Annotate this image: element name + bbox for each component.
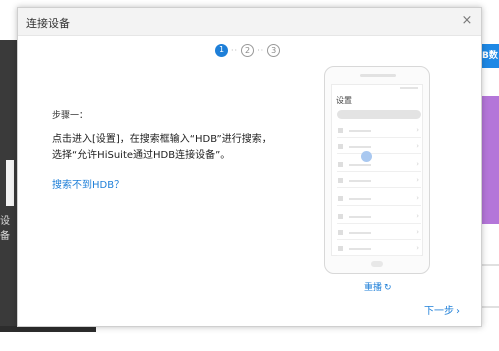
next-step-label: 下一步 (424, 306, 454, 317)
instruction-text: 点击进入[设置]，在搜索框输入“HDB”进行搜索，选择“允许HiSuite通过H… (52, 134, 272, 161)
phone-settings-row: › (337, 158, 421, 172)
background-right-tab: B数 (482, 44, 499, 68)
phone-settings-row: › (337, 140, 421, 154)
step-3: 3 (267, 43, 281, 57)
background-divider (482, 306, 499, 308)
phone-settings-row: › (337, 192, 421, 206)
dialog-title: 连接设备 (26, 17, 70, 30)
phone-illustration: 设置 › › › › › › › › (324, 66, 430, 274)
background-left-panel: 设备 (0, 40, 17, 330)
replay-icon: ↻ (384, 283, 392, 293)
phone-settings-row: › (337, 226, 421, 240)
connect-device-dialog: 连接设备 × 1 ·· 2 ·· 3 步骤一： 点击进入[设置]，在搜索框输入“… (17, 7, 482, 327)
step-indicator: 1 ·· 2 ·· 3 (215, 43, 281, 57)
phone-settings-row: › (337, 174, 421, 188)
replay-button[interactable]: 重播 ↻ (364, 280, 392, 293)
background-purple-banner (482, 96, 499, 224)
phone-settings-row: › (337, 210, 421, 224)
phone-speaker (360, 74, 396, 77)
step-2: 2 (241, 43, 255, 57)
chevron-right-icon: › (456, 306, 460, 317)
phone-screen: 设置 › › › › › › › › (331, 84, 423, 256)
phone-home-button (371, 261, 383, 267)
phone-screen-title: 设置 (336, 96, 352, 105)
next-step-button[interactable]: 下一步 › (424, 302, 460, 317)
background-right-panel: B数 (482, 0, 499, 351)
step-heading: 步骤一： (52, 111, 89, 121)
phone-search-bar (337, 110, 421, 119)
background-device-label: 设备 (0, 216, 10, 242)
close-icon[interactable]: × (459, 13, 475, 29)
background-panel-notch (6, 160, 14, 206)
background-divider (482, 264, 499, 266)
phone-settings-row: › (337, 124, 421, 138)
step-connector: ·· (257, 45, 265, 55)
phone-status-bar (332, 85, 422, 91)
tap-indicator (361, 151, 372, 162)
dialog-header: 连接设备 × (18, 8, 481, 36)
phone-settings-row: › (337, 242, 421, 256)
step-1: 1 (215, 43, 228, 57)
step-connector: ·· (231, 45, 239, 55)
replay-label: 重播 (364, 283, 383, 293)
hdb-not-found-link[interactable]: 搜索不到HDB？ (52, 176, 124, 191)
